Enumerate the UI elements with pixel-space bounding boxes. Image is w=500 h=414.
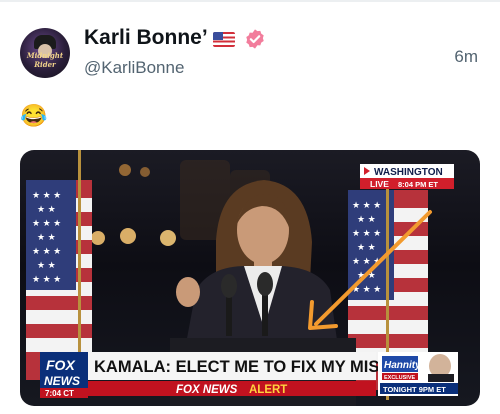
lower-third: FOX NEWS 7:04 CT KAMALA: ELECT ME TO FIX… — [40, 352, 458, 398]
svg-text:NEWS: NEWS — [44, 374, 80, 388]
post-timestamp[interactable]: 6m — [454, 47, 478, 67]
promo-line1: EXCLUSIVE — [384, 375, 416, 381]
clock-label: 7:04 CT — [45, 389, 74, 398]
us-flag-icon — [213, 32, 235, 47]
post-text: 😂 — [20, 103, 48, 128]
svg-text:★ ★ ★: ★ ★ ★ — [32, 218, 61, 228]
svg-text:★ ★: ★ ★ — [37, 204, 56, 214]
promo-show: Hannity — [384, 360, 421, 371]
svg-text:★ ★ ★: ★ ★ ★ — [32, 274, 61, 284]
top-divider — [0, 0, 500, 2]
alert-prefix: FOX NEWS — [176, 384, 238, 396]
author-display-name[interactable]: Karli Bonne’ — [84, 26, 208, 50]
live-location-bug: WASHINGTON LIVE 8:04 PM ET — [360, 164, 454, 189]
svg-text:★ ★ ★: ★ ★ ★ — [32, 246, 61, 256]
live-time: 8:04 PM ET — [398, 180, 438, 189]
svg-text:★ ★: ★ ★ — [37, 260, 56, 270]
tv-scene: ★ ★ ★ ★ ★ ★ ★ ★ ★ ★ ★ ★ ★ ★ ★ ★ ★ ★ ★ ★ ★ ★ … — [26, 150, 458, 406]
verified-badge-icon — [246, 29, 264, 49]
promo-line2: TONIGHT 9PM ET — [383, 385, 446, 394]
location-label: WASHINGTON — [374, 167, 443, 178]
svg-text:★ ★: ★ ★ — [37, 232, 56, 242]
avatar[interactable]: Midnight Rider — [20, 28, 70, 78]
live-label: LIVE — [370, 179, 389, 189]
svg-text:FOX: FOX — [46, 357, 76, 373]
author-handle[interactable]: @KarliBonne — [84, 58, 184, 78]
svg-text:★ ★: ★ ★ — [357, 214, 376, 224]
alert-word: ALERT — [249, 384, 287, 396]
avatar-logo-text: Midnight Rider — [26, 51, 64, 69]
svg-text:★ ★ ★: ★ ★ ★ — [352, 228, 381, 238]
post-media-image[interactable]: ★ ★ ★ ★ ★ ★ ★ ★ ★ ★ ★ ★ ★ ★ ★ ★ ★ ★ ★ ★ ★ ★ … — [20, 150, 480, 406]
svg-text:★ ★ ★: ★ ★ ★ — [32, 190, 61, 200]
svg-text:★ ★ ★: ★ ★ ★ — [352, 200, 381, 210]
svg-text:★ ★: ★ ★ — [357, 242, 376, 252]
